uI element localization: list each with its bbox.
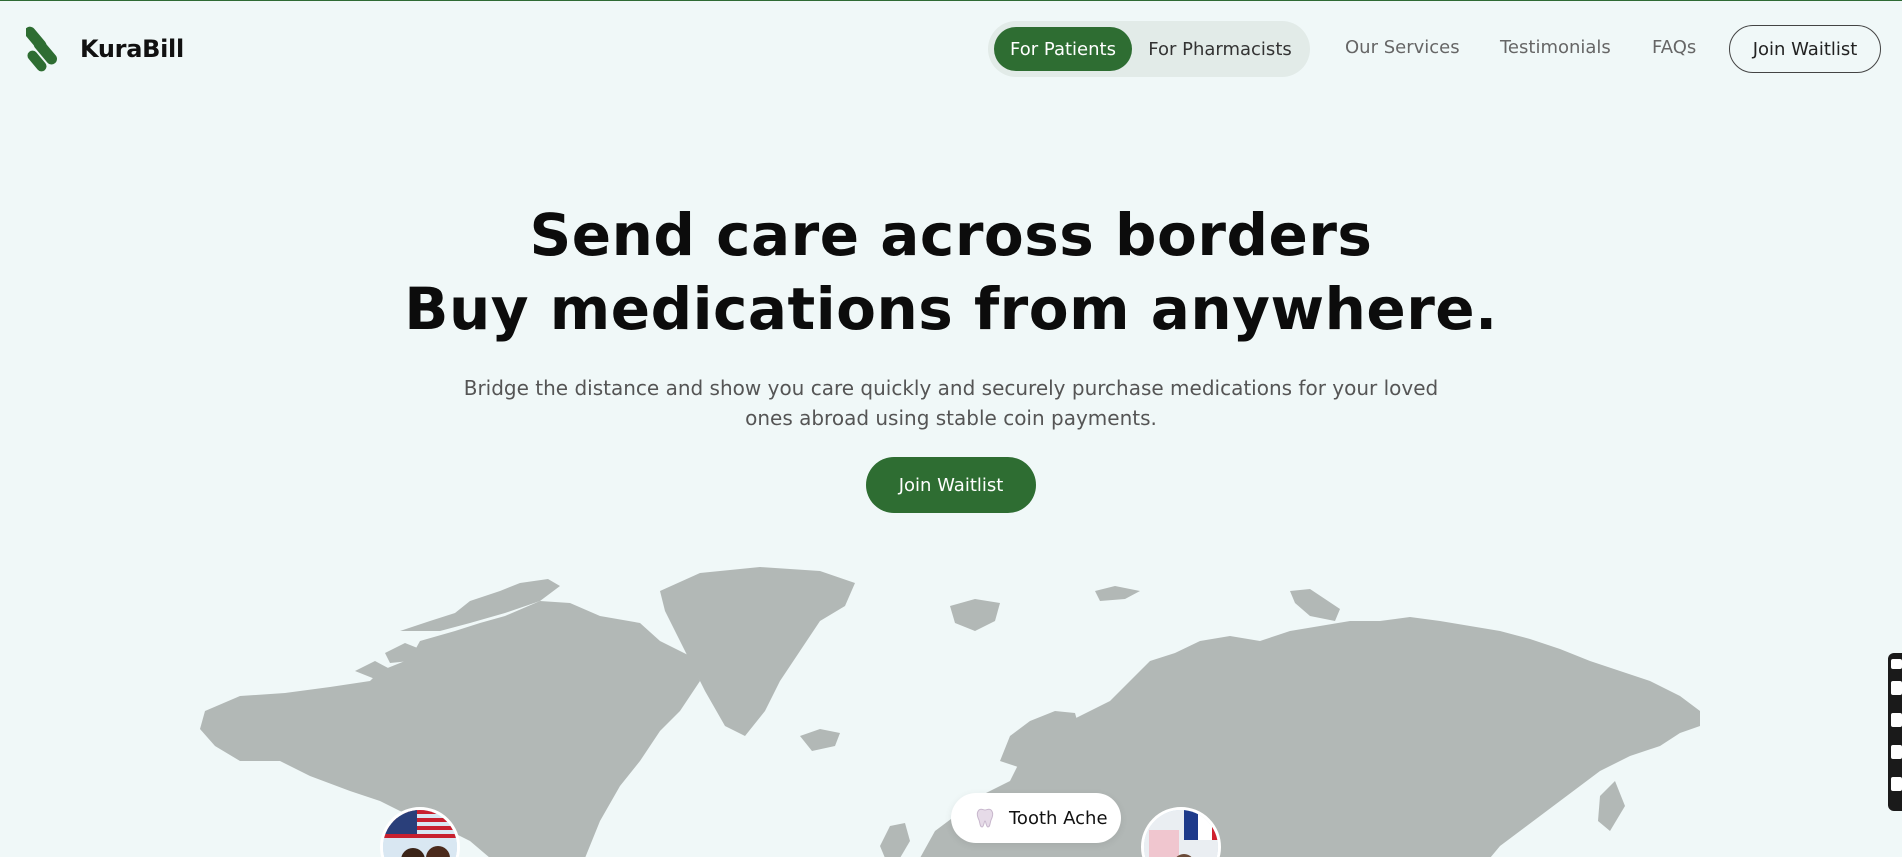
top-nav: KuraBill For Patients For Pharmacists Ou… — [0, 1, 1902, 97]
tooth-icon — [976, 808, 994, 828]
hero-subtitle: Bridge the distance and show you care qu… — [463, 376, 1439, 430]
hero-title-line-1: Send care across borders — [529, 201, 1373, 269]
side-toolbar-widget — [1888, 653, 1902, 811]
side-widget-tool-icon-2[interactable] — [1891, 713, 1902, 727]
toggle-for-patients[interactable]: For Patients — [994, 27, 1132, 71]
audience-toggle: For Patients For Pharmacists — [988, 21, 1310, 77]
brand-name: KuraBill — [80, 35, 184, 63]
hero-title-line-2: Buy medications from anywhere. — [404, 275, 1498, 343]
join-waitlist-nav-button[interactable]: Join Waitlist — [1729, 25, 1881, 73]
nav-link-testimonials[interactable]: Testimonials — [1500, 37, 1611, 58]
toggle-for-pharmacists[interactable]: For Pharmacists — [1136, 27, 1304, 71]
side-widget-settings-icon[interactable] — [1891, 777, 1902, 791]
nav-link-faqs[interactable]: FAQs — [1652, 37, 1696, 58]
brand-logo[interactable]: KuraBill — [26, 23, 184, 75]
side-widget-eye-icon[interactable] — [1891, 659, 1902, 669]
kurabill-logo-icon — [26, 26, 57, 72]
symptom-pill-label: Tooth Ache — [1009, 807, 1108, 829]
nav-link-our-services[interactable]: Our Services — [1345, 37, 1460, 58]
side-widget-tool-icon-1[interactable] — [1891, 681, 1902, 695]
join-waitlist-hero-button[interactable]: Join Waitlist — [866, 457, 1036, 513]
symptom-pill-tooth-ache[interactable]: Tooth Ache — [951, 793, 1121, 843]
side-widget-copy-icon[interactable] — [1891, 745, 1902, 759]
